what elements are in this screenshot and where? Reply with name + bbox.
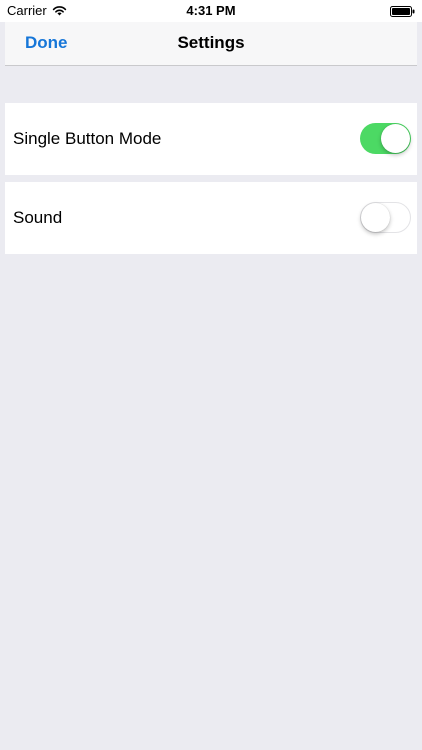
done-button[interactable]: Done (25, 33, 68, 53)
setting-row-single-button-mode: Single Button Mode (5, 103, 417, 175)
status-bar: Carrier 4:31 PM (0, 0, 422, 22)
setting-label: Single Button Mode (13, 129, 162, 148)
settings-screen: Carrier 4:31 PM Done Settings Single But… (0, 0, 422, 750)
status-time: 4:31 PM (186, 3, 236, 18)
toggle-knob (381, 124, 410, 153)
setting-row-sound: Sound (5, 182, 417, 254)
sound-toggle[interactable] (360, 202, 411, 233)
setting-label: Sound (13, 208, 63, 227)
battery-icon (390, 6, 415, 17)
toggle-knob (361, 203, 390, 232)
single-button-mode-toggle[interactable] (360, 123, 411, 154)
navigation-bar: Done Settings (5, 22, 417, 66)
